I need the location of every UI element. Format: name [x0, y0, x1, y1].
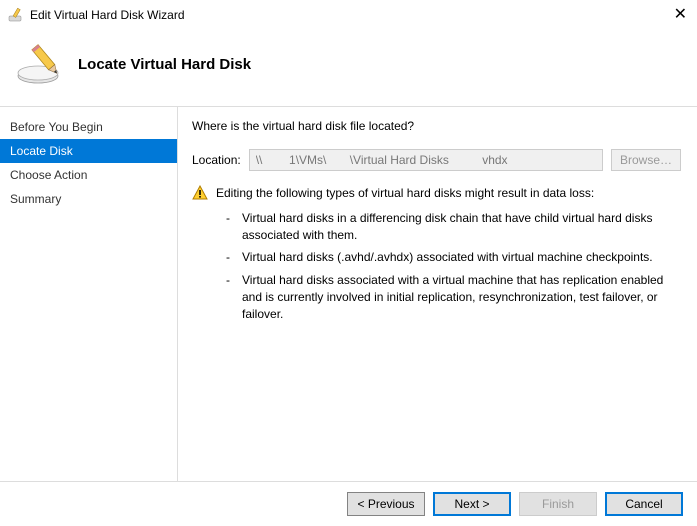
wizard-header: Locate Virtual Hard Disk — [0, 30, 697, 107]
warning-item: -Virtual hard disks (.avhd/.avhdx) assoc… — [216, 247, 681, 270]
app-icon — [8, 7, 24, 23]
warning-item: -Virtual hard disks associated with a vi… — [216, 270, 681, 326]
warning-icon — [192, 185, 208, 201]
sidebar-item-locate-disk[interactable]: Locate Disk — [0, 139, 177, 163]
previous-button[interactable]: < Previous — [347, 492, 425, 516]
warning-intro-text: Editing the following types of virtual h… — [216, 185, 681, 202]
window-title: Edit Virtual Hard Disk Wizard — [30, 8, 185, 22]
pencil-disk-icon — [16, 40, 64, 88]
sidebar-item-summary[interactable]: Summary — [0, 187, 177, 211]
location-label: Location: — [192, 153, 241, 167]
main-content: Where is the virtual hard disk file loca… — [178, 107, 697, 481]
page-title: Locate Virtual Hard Disk — [78, 56, 251, 73]
cancel-button[interactable]: Cancel — [605, 492, 683, 516]
sidebar-item-before-you-begin[interactable]: Before You Begin — [0, 115, 177, 139]
finish-button: Finish — [519, 492, 597, 516]
wizard-footer: < Previous Next > Finish Cancel — [0, 481, 697, 526]
warning-item: -Virtual hard disks in a differencing di… — [216, 208, 681, 248]
close-icon[interactable]: ✕ — [674, 7, 687, 23]
browse-button: Browse… — [611, 149, 681, 171]
titlebar: Edit Virtual Hard Disk Wizard ✕ — [0, 0, 697, 30]
sidebar-item-choose-action[interactable]: Choose Action — [0, 163, 177, 187]
location-question: Where is the virtual hard disk file loca… — [192, 119, 681, 133]
wizard-steps-sidebar: Before You Begin Locate Disk Choose Acti… — [0, 107, 178, 481]
location-input[interactable] — [249, 149, 603, 171]
next-button[interactable]: Next > — [433, 492, 511, 516]
